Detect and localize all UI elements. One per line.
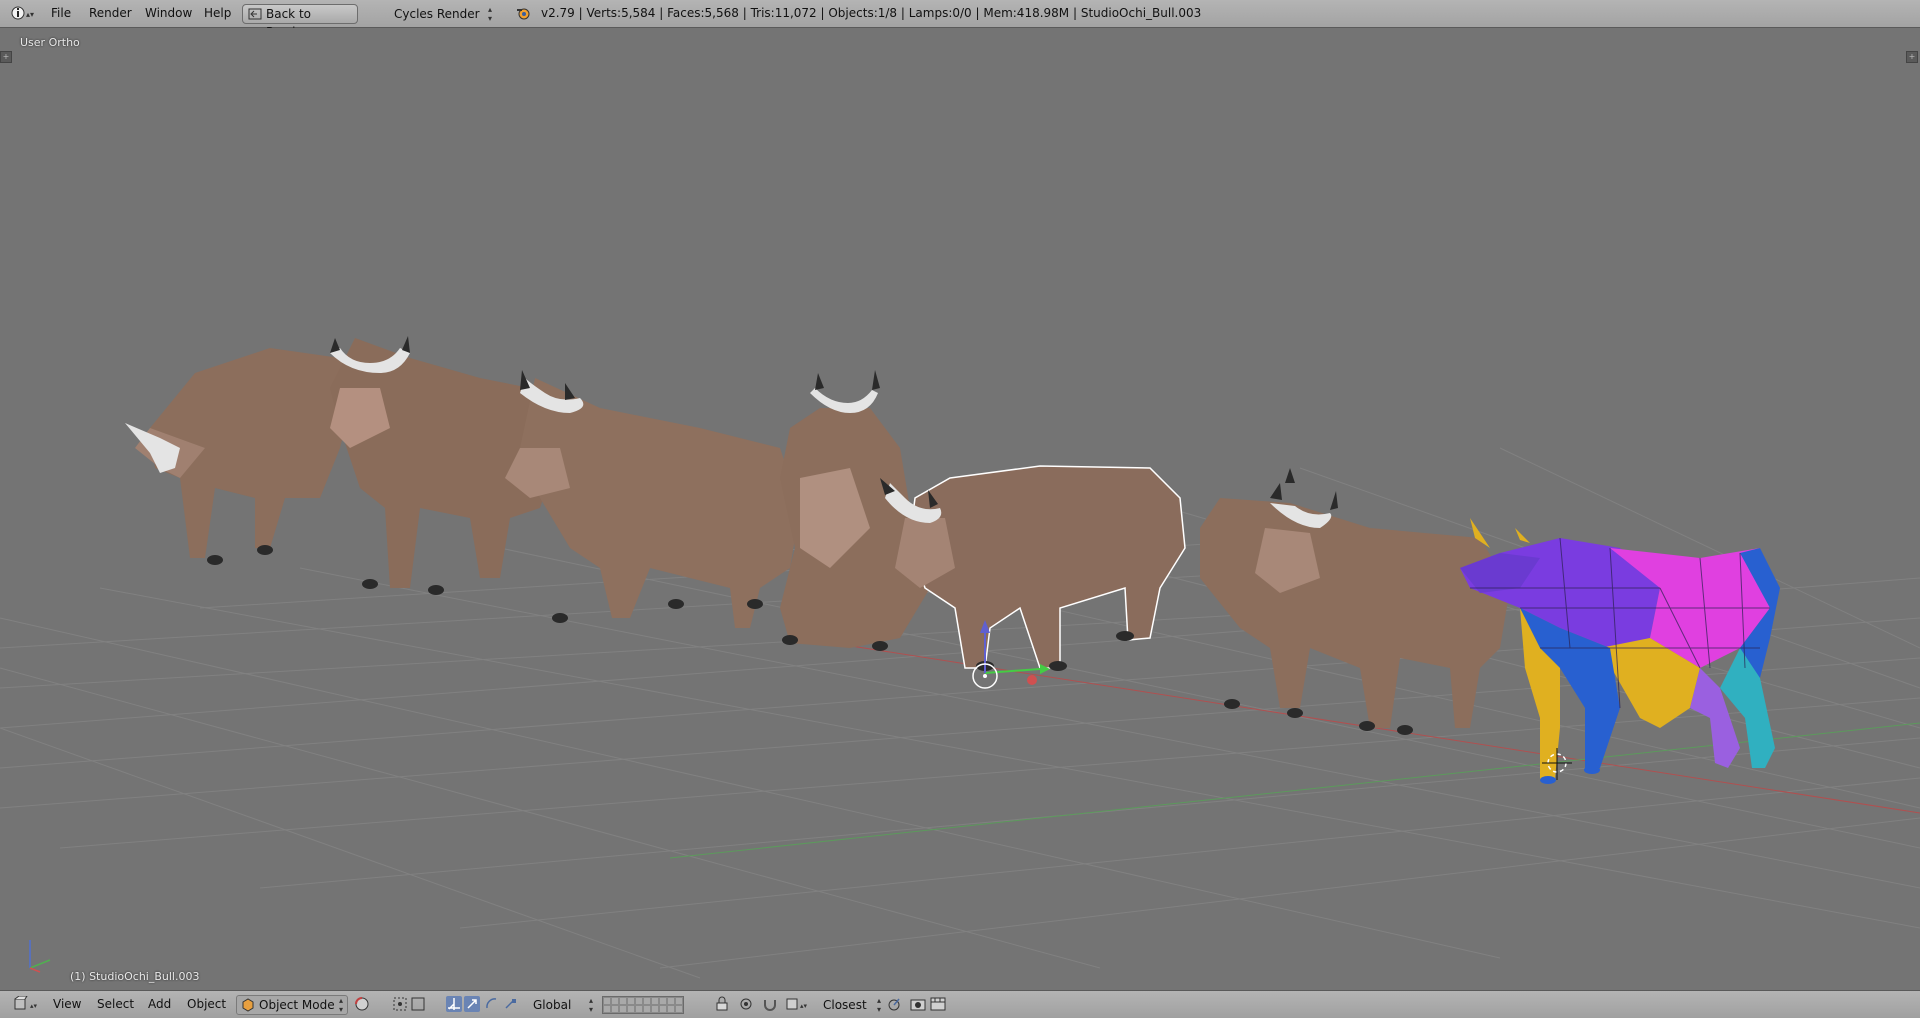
translate-icon[interactable] <box>464 996 480 1012</box>
manipulator-toggle-icon[interactable] <box>446 996 462 1012</box>
info-header: ▴▾ File Render Window Help Back to Previ… <box>0 0 1920 39</box>
pivot-point-icon[interactable] <box>392 996 428 1012</box>
layer-button[interactable] <box>611 1005 619 1013</box>
object-mode-cube-icon <box>242 998 254 1012</box>
layer-button[interactable] <box>667 997 675 1005</box>
opengl-animation-icon[interactable] <box>930 996 946 1012</box>
interaction-mode-value: Object Mode <box>259 998 335 1012</box>
transform-orientation-select[interactable]: Global ▴ ▾ <box>528 995 598 1015</box>
layer-button[interactable] <box>643 1005 651 1013</box>
menu-file[interactable]: File <box>51 0 71 27</box>
properties-panel-toggle[interactable]: + <box>1906 51 1918 63</box>
bull-model[interactable] <box>505 370 800 628</box>
snap-element-icon[interactable]: ▴▾ <box>784 996 810 1012</box>
svg-text:▴▾: ▴▾ <box>30 1002 38 1010</box>
select-arrows-icon: ▴ ▾ <box>876 996 881 1014</box>
menu-select[interactable]: Select <box>97 991 134 1018</box>
svg-text:▴▾: ▴▾ <box>26 10 34 19</box>
select-arrows-icon: ▴ ▾ <box>588 996 593 1014</box>
interaction-mode-select[interactable]: Object Mode ▴ ▾ <box>236 995 348 1015</box>
3d-viewport[interactable]: User Ortho (1) StudioOchi_Bull.003 + + <box>0 28 1920 990</box>
menu-render[interactable]: Render <box>89 0 132 27</box>
viewport-canvas[interactable] <box>0 28 1920 990</box>
svg-text:▴▾: ▴▾ <box>800 1002 808 1010</box>
tool-shelf-toggle[interactable]: + <box>0 51 12 63</box>
bull-model-uv-textured[interactable] <box>1460 518 1780 784</box>
select-arrows-icon: ▴ ▾ <box>487 5 492 23</box>
3d-view-header: ▴▾ View Select Add Object Object Mode ▴ ▾… <box>0 990 1920 1018</box>
snap-align-rotation-icon[interactable] <box>886 996 902 1012</box>
blender-logo-icon <box>517 8 530 20</box>
3d-view-editor-icon[interactable]: ▴▾ <box>12 996 38 1012</box>
viewport-shading-sphere-icon[interactable] <box>354 996 382 1012</box>
layer-button[interactable] <box>611 997 619 1005</box>
layer-button[interactable] <box>603 1005 611 1013</box>
axis-orientation-widget <box>29 940 51 973</box>
info-editor-icon: ▴▾ <box>11 6 34 20</box>
opengl-render-icon[interactable] <box>910 996 926 1012</box>
lock-camera-icon[interactable] <box>714 996 730 1012</box>
snap-target-value: Closest <box>823 998 867 1012</box>
layer-button[interactable] <box>619 1005 627 1013</box>
layer-button[interactable] <box>603 997 611 1005</box>
proportional-edit-icon[interactable] <box>738 996 754 1012</box>
layer-button[interactable] <box>635 1005 643 1013</box>
layer-button[interactable] <box>643 997 651 1005</box>
rotate-icon[interactable] <box>484 996 500 1012</box>
layer-button[interactable] <box>659 997 667 1005</box>
layer-button[interactable] <box>675 1005 683 1013</box>
menu-add[interactable]: Add <box>148 991 171 1018</box>
layer-button[interactable] <box>651 997 659 1005</box>
render-engine-value: Cycles Render <box>394 7 480 21</box>
snap-target-select[interactable]: Closest ▴ ▾ <box>818 995 886 1015</box>
menu-view[interactable]: View <box>53 991 81 1018</box>
layer-button[interactable] <box>667 1005 675 1013</box>
back-arrow-icon <box>248 8 262 20</box>
bull-model[interactable] <box>1200 468 1510 735</box>
select-arrows-icon: ▴ ▾ <box>338 996 343 1014</box>
editor-type-selector[interactable]: ▴▾ <box>6 0 34 27</box>
transform-orientation-value: Global <box>533 998 572 1012</box>
bull-model[interactable] <box>125 348 355 565</box>
scene-statistics: v2.79 | Verts:5,584 | Faces:5,568 | Tris… <box>541 6 1202 20</box>
layer-button[interactable] <box>627 1005 635 1013</box>
layer-button[interactable] <box>627 997 635 1005</box>
back-to-previous-button[interactable]: Back to Previous <box>242 4 358 39</box>
active-object-label: (1) StudioOchi_Bull.003 <box>70 970 200 983</box>
bull-model-selected[interactable] <box>880 465 1186 671</box>
layer-button[interactable] <box>675 997 683 1005</box>
render-engine-select[interactable]: Cycles Render ▴ ▾ <box>385 4 497 24</box>
layer-button[interactable] <box>659 1005 667 1013</box>
view-type-label: User Ortho <box>20 36 80 49</box>
scene-layers-grid[interactable] <box>602 996 684 1014</box>
snap-magnet-icon[interactable] <box>762 996 778 1012</box>
layer-button[interactable] <box>651 1005 659 1013</box>
menu-object[interactable]: Object <box>187 991 226 1018</box>
layer-button[interactable] <box>619 997 627 1005</box>
menu-help[interactable]: Help <box>204 0 231 27</box>
layer-button[interactable] <box>635 997 643 1005</box>
scale-icon[interactable] <box>502 996 518 1012</box>
menu-window[interactable]: Window <box>145 0 192 27</box>
